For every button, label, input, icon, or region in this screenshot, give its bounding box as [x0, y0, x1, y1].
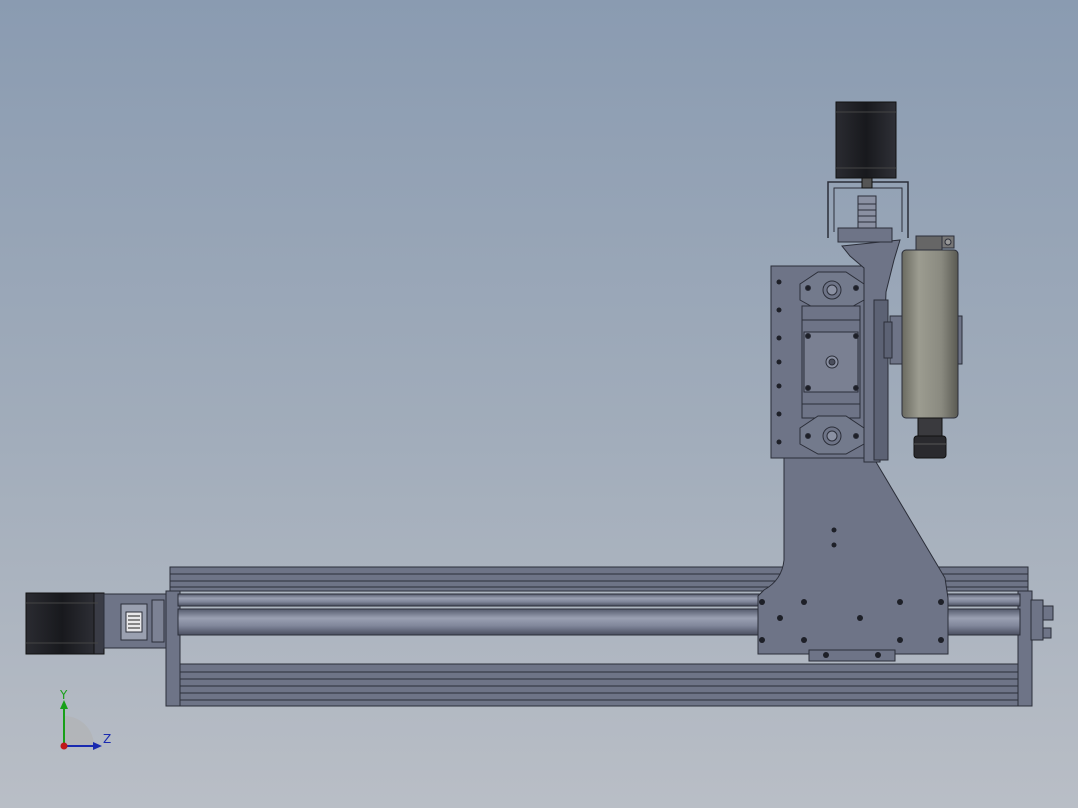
triad-x-axis: [60, 742, 68, 750]
triad-y-label: Y: [60, 688, 68, 702]
y-axis-stepper-motor[interactable]: [835, 101, 897, 189]
gantry-side-plate[interactable]: [757, 455, 949, 662]
lead-screw-nut-block[interactable]: [801, 305, 861, 419]
spindle-collet[interactable]: [913, 417, 947, 459]
spindle-motor[interactable]: [901, 235, 959, 419]
z-axis-stepper-motor[interactable]: [25, 592, 105, 655]
base-extrusion-lower[interactable]: [166, 663, 1032, 707]
triad-z-label: Z: [103, 732, 112, 746]
z-axis-motor-mount[interactable]: [103, 593, 167, 649]
lower-bearing-block[interactable]: [799, 415, 865, 455]
triad-plane-indicator: [64, 716, 94, 746]
upper-bearing-block[interactable]: [799, 271, 865, 311]
end-plate-right[interactable]: [1017, 590, 1033, 707]
end-plate-left[interactable]: [165, 590, 181, 707]
cnc-machine-model[interactable]: [0, 0, 1078, 808]
orientation-triad: [60, 700, 102, 750]
shaft-coupler[interactable]: [857, 195, 877, 229]
triad-z-arrow: [93, 742, 102, 750]
end-bearing-right[interactable]: [1030, 599, 1054, 641]
graphics-viewport[interactable]: Y Z: [0, 0, 1078, 808]
